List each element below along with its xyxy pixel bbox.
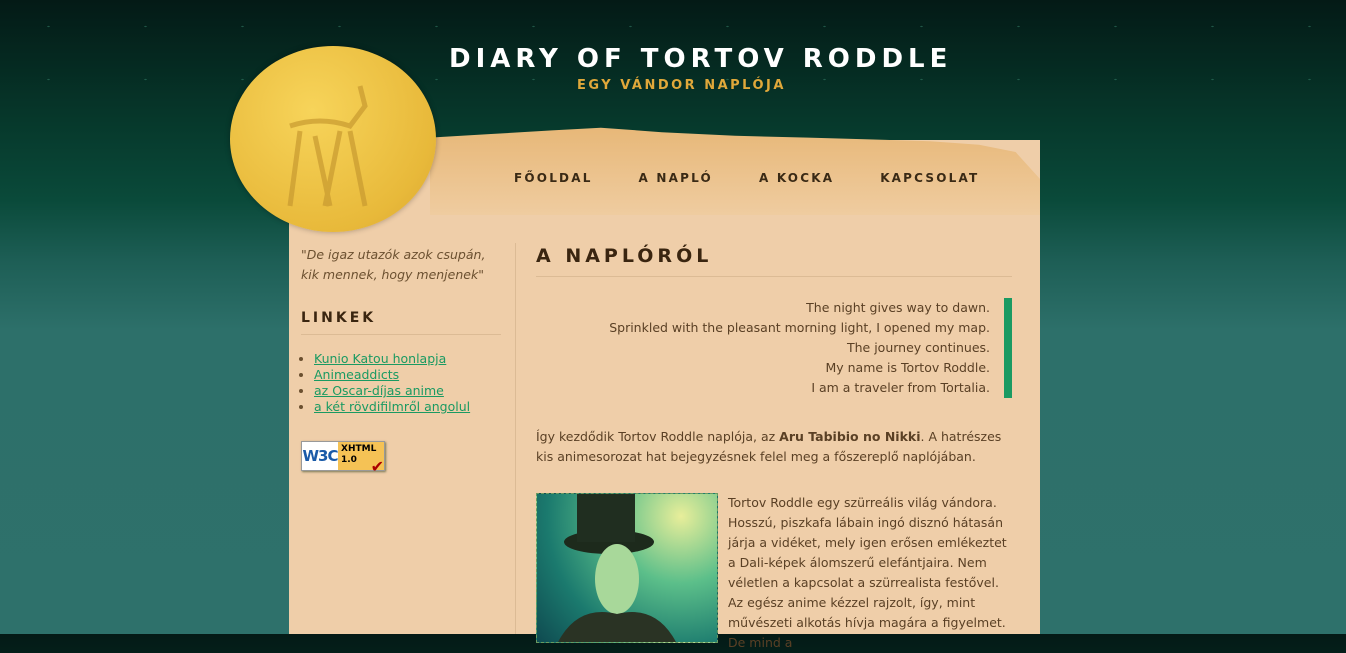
poem-line: The journey continues. xyxy=(846,340,990,355)
list-item: a két rövdifilmről angolul xyxy=(314,399,501,415)
sidebar: "De igaz utazók azok csupán, kik mennek,… xyxy=(301,245,501,476)
link-animeaddicts[interactable]: Animeaddicts xyxy=(314,367,399,382)
checkmark-icon: ✔ xyxy=(370,457,384,476)
list-item: Kunio Katou honlapja xyxy=(314,351,501,367)
tortov-roddle-image xyxy=(536,493,718,643)
list-item: az Oscar-díjas anime xyxy=(314,383,501,399)
header-torn-paper xyxy=(430,127,1040,215)
sidebar-quote: "De igaz utazók azok csupán, kik mennek,… xyxy=(301,247,486,282)
links-heading: LINKEK xyxy=(301,310,501,335)
poem-line: My name is Tortov Roddle. xyxy=(825,360,990,375)
coin-logo xyxy=(230,46,436,232)
link-english-review[interactable]: a két rövdifilmről angolul xyxy=(314,399,470,414)
site-title: DIARY OF TORTOV RODDLE xyxy=(449,44,953,74)
poem-line: The night gives way to dawn. xyxy=(806,300,990,315)
column-divider xyxy=(515,243,516,634)
main-nav: FŐOLDAL A NAPLÓ A KOCKA KAPCSOLAT xyxy=(514,171,1025,185)
link-kunio-katou[interactable]: Kunio Katou honlapja xyxy=(314,351,446,366)
intro-text: Így kezdődik Tortov Roddle naplója, az xyxy=(536,429,780,444)
page-heading: A NAPLÓRÓL xyxy=(536,245,1012,277)
figure-block: Tortov Roddle egy szürreális világ vándo… xyxy=(536,493,1012,653)
links-list: Kunio Katou honlapja Animeaddicts az Osc… xyxy=(301,351,501,415)
link-oscar-anime[interactable]: az Oscar-díjas anime xyxy=(314,383,444,398)
site-subtitle: EGY VÁNDOR NAPLÓJA xyxy=(577,78,786,93)
nav-fooldal[interactable]: FŐOLDAL xyxy=(514,171,593,185)
badge-line1: XHTML xyxy=(341,444,377,454)
w3c-xhtml-badge[interactable]: W3C XHTML 1.0 ✔ xyxy=(301,441,385,476)
poem-line: Sprinkled with the pleasant morning ligh… xyxy=(609,320,990,335)
w3c-logo: W3C xyxy=(302,442,339,470)
nav-a-naplo[interactable]: A NAPLÓ xyxy=(639,171,713,185)
poem-quote: The night gives way to dawn. Sprinkled w… xyxy=(536,298,1012,398)
poem-line: I am a traveler from Tortalia. xyxy=(811,380,990,395)
nav-a-kocka[interactable]: A KOCKA xyxy=(759,171,834,185)
main-content: A NAPLÓRÓL The night gives way to dawn. … xyxy=(536,245,1012,653)
nav-kapcsolat[interactable]: KAPCSOLAT xyxy=(880,171,979,185)
list-item: Animeaddicts xyxy=(314,367,501,383)
body-paragraph: Tortov Roddle egy szürreális világ vándo… xyxy=(728,495,1007,650)
anime-title: Aru Tabibio no Nikki xyxy=(779,429,921,444)
intro-paragraph: Így kezdődik Tortov Roddle naplója, az A… xyxy=(536,427,1012,467)
